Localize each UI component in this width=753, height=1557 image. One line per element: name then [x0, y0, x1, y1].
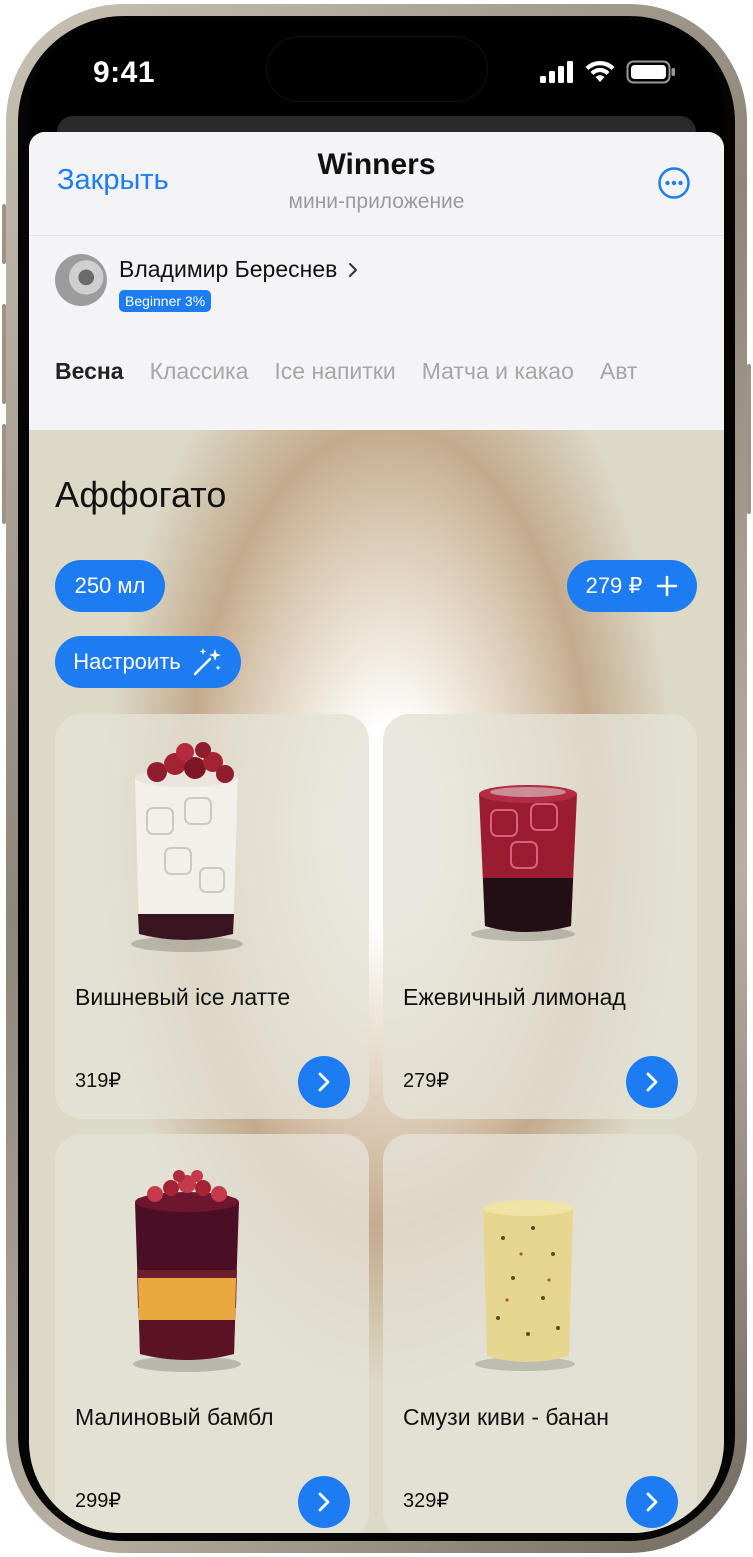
user-profile-link[interactable]: Владимир Береснев — [119, 256, 359, 283]
tab-vesna[interactable]: Весна — [55, 358, 124, 385]
status-time: 9:41 — [93, 56, 156, 89]
volume-down-button — [2, 424, 6, 524]
product-card[interactable]: Вишневый ice латте 319₽ — [55, 714, 369, 1119]
card-price: 299₽ — [75, 1490, 122, 1512]
card-price: 319₽ — [75, 1070, 122, 1092]
more-horizontal-circle-icon — [658, 167, 690, 199]
more-button[interactable] — [657, 166, 691, 200]
open-product-button[interactable] — [298, 1056, 350, 1108]
card-name: Ежевичный лимонад — [403, 984, 626, 1010]
product-card[interactable]: Малиновый бамбл 299₽ — [55, 1134, 369, 1533]
chevron-right-icon — [646, 1492, 658, 1512]
card-name: Вишневый ice латте — [75, 984, 291, 1010]
price-label: 279 ₽ — [585, 573, 643, 598]
avatar[interactable] — [55, 254, 107, 306]
app-title: Winners — [317, 148, 436, 181]
dynamic-island — [267, 37, 487, 101]
add-to-cart-button[interactable]: 279 ₽ — [567, 560, 697, 612]
product-card[interactable]: Смузи киви - банан 329₽ — [383, 1134, 697, 1533]
open-product-button[interactable] — [626, 1476, 678, 1528]
action-button — [2, 204, 6, 264]
drink-image-cherry-latte — [131, 742, 243, 952]
card-name: Смузи киви - банан — [403, 1404, 610, 1430]
tab-matcha-cacao[interactable]: Матча и какао — [422, 358, 574, 385]
screen: 9:41 Закрыть Winners мини-приложение Вла… — [29, 20, 724, 1533]
card-price: 329₽ — [403, 1490, 450, 1512]
wifi-icon — [585, 60, 615, 82]
volume-up-button — [2, 304, 6, 404]
volume-pill[interactable]: 250 мл — [55, 560, 165, 612]
plus-icon — [657, 575, 678, 597]
drink-image-kiwi-banana-smoothie — [475, 1200, 575, 1371]
battery-icon — [626, 60, 675, 84]
mini-app-header: Закрыть Winners мини-приложение Владимир… — [29, 132, 724, 430]
power-button — [747, 364, 751, 514]
card-price: 279₽ — [403, 1070, 450, 1092]
chevron-right-icon — [646, 1072, 658, 1092]
open-product-button[interactable] — [626, 1056, 678, 1108]
chevron-right-icon — [318, 1492, 330, 1512]
category-tabs: Весна Классика Ice напитки Матча и какао… — [55, 358, 724, 385]
card-name: Малиновый бамбл — [75, 1404, 274, 1430]
chevron-right-icon — [318, 1072, 330, 1092]
header-divider — [29, 235, 724, 236]
tab-klassika[interactable]: Классика — [150, 358, 249, 385]
product-title: Аффогато — [55, 474, 227, 515]
cellular-signal-icon — [540, 61, 573, 83]
chevron-right-icon — [349, 262, 358, 277]
drink-image-raspberry-bumble — [133, 1170, 241, 1372]
magic-wand-icon — [193, 648, 221, 676]
level-badge: Beginner 3% — [119, 290, 212, 312]
customize-button[interactable]: Настроить — [55, 636, 241, 688]
open-product-button[interactable] — [298, 1476, 350, 1528]
volume-label: 250 мл — [74, 573, 146, 598]
drink-image-blackberry-lemonade — [471, 785, 577, 941]
app-subtitle: мини-приложение — [288, 190, 465, 213]
tab-ice-drinks[interactable]: Ice напитки — [274, 358, 395, 385]
status-icons — [540, 60, 676, 84]
product-card[interactable]: Ежевичный лимонад 279₽ — [383, 714, 697, 1119]
customize-label: Настроить — [73, 649, 181, 674]
mini-app-sheet: Закрыть Winners мини-приложение Владимир… — [29, 132, 724, 1533]
user-name: Владимир Береснев — [119, 256, 338, 282]
tab-avt[interactable]: Авт — [600, 358, 638, 385]
